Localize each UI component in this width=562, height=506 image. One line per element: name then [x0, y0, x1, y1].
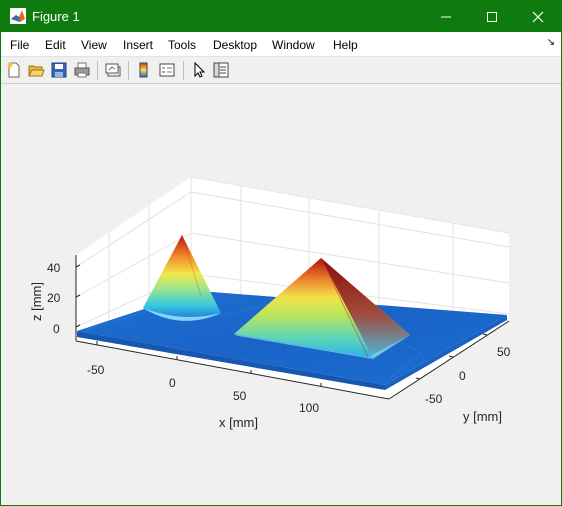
menu-file[interactable]: File: [10, 38, 29, 52]
toolbar-separator: [183, 61, 184, 80]
minimize-button[interactable]: [423, 1, 469, 32]
link-plot-icon[interactable]: [104, 61, 122, 79]
menu-edit[interactable]: Edit: [45, 38, 66, 52]
new-figure-icon[interactable]: [5, 61, 23, 79]
menu-desktop[interactable]: Desktop: [213, 38, 257, 52]
y-tick-label: 0: [459, 369, 466, 383]
maximize-button[interactable]: [469, 1, 515, 32]
menu-help[interactable]: Help: [333, 38, 358, 52]
colorbar-icon[interactable]: [135, 61, 153, 79]
figure-window: Figure 1 File Edit View Insert Tools Des…: [0, 0, 562, 506]
x-tick-label: 50: [233, 389, 247, 403]
maximize-icon: [487, 11, 497, 22]
title-bar[interactable]: Figure 1: [1, 1, 561, 32]
matlab-logo-icon: [10, 8, 26, 24]
close-icon: [532, 11, 544, 22]
figure-canvas[interactable]: 40 20 0 -50 0 50 100 -50 0 50 x [mm] y […: [1, 85, 561, 505]
x-tick-label: -50: [87, 363, 105, 377]
print-icon[interactable]: [73, 61, 91, 79]
menu-tools[interactable]: Tools: [168, 38, 196, 52]
z-tick-label: 0: [53, 322, 60, 336]
figure-toolbar: [1, 57, 561, 84]
save-icon[interactable]: [50, 61, 68, 79]
menu-window[interactable]: Window: [272, 38, 315, 52]
toolbar-separator: [128, 61, 129, 80]
toolbar-separator: [97, 61, 98, 80]
minimize-icon: [441, 16, 451, 17]
window-title: Figure 1: [32, 9, 80, 24]
menu-bar: File Edit View Insert Tools Desktop Wind…: [1, 32, 561, 57]
y-tick-label: -50: [425, 392, 443, 406]
pointer-icon[interactable]: [190, 61, 208, 79]
open-file-icon[interactable]: [27, 61, 45, 79]
z-axis-label: z [mm]: [29, 282, 44, 321]
legend-icon[interactable]: [158, 61, 176, 79]
surface-plot[interactable]: 40 20 0 -50 0 50 100 -50 0 50 x [mm] y […: [1, 85, 561, 505]
x-axis-label: x [mm]: [219, 415, 258, 430]
z-tick-label: 40: [47, 261, 61, 275]
x-tick-label: 100: [299, 401, 319, 415]
y-axis-label: y [mm]: [463, 409, 502, 424]
menu-insert[interactable]: Insert: [123, 38, 153, 52]
x-tick-label: 0: [169, 376, 176, 390]
menu-view[interactable]: View: [81, 38, 107, 52]
y-tick-label: 50: [497, 345, 511, 359]
dock-arrow-icon[interactable]: ↘: [547, 37, 555, 48]
close-button[interactable]: [515, 1, 561, 32]
property-inspector-icon[interactable]: [212, 61, 230, 79]
z-tick-label: 20: [47, 291, 61, 305]
